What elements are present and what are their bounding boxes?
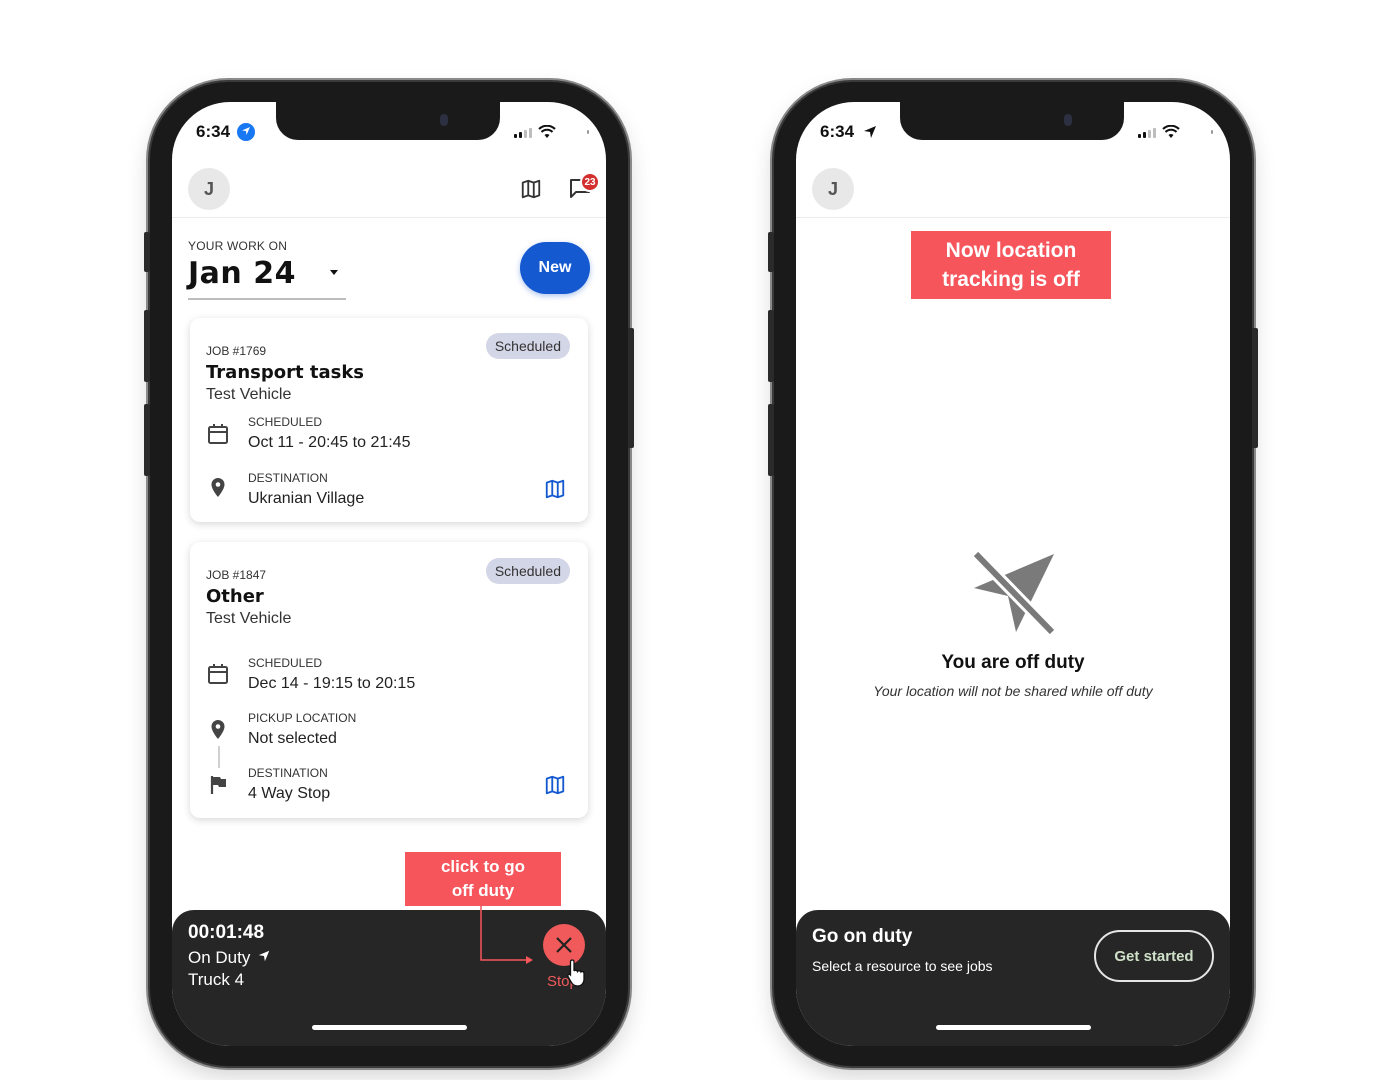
job-card[interactable]: JOB #1847 Scheduled Other Test Vehicle S… (190, 542, 588, 818)
new-button[interactable]: New (520, 242, 590, 294)
off-duty-message: Your location will not be shared while o… (873, 683, 1153, 699)
volume-up-button (768, 310, 774, 382)
side-button (144, 232, 150, 272)
scheduled-label: SCHEDULED (248, 656, 323, 670)
map-icon[interactable] (520, 178, 542, 200)
annotation-arrow (480, 905, 533, 964)
truck-name: Truck 4 (188, 970, 245, 989)
signal-icon (514, 128, 532, 138)
power-button (628, 328, 634, 448)
avatar[interactable]: J (812, 168, 854, 210)
pickup-value: Not selected (248, 730, 337, 747)
job-number: JOB #1847 (206, 568, 267, 582)
caret-down-icon (330, 270, 338, 275)
home-indicator (936, 1025, 1091, 1030)
location-off-icon (971, 549, 1057, 637)
location-arrow-icon (258, 950, 270, 962)
signal-icon (1138, 128, 1156, 138)
status-time: 6:34 (196, 122, 231, 141)
phone-on-duty: 6:34 J 23 YOUR WORK ON Jan 24 New JOB #1… (144, 82, 634, 1066)
job-vehicle: Test Vehicle (206, 386, 292, 403)
off-duty-annotation: click to go off duty (405, 852, 561, 906)
status-chip: Scheduled (485, 558, 570, 584)
location-pin-icon (211, 478, 225, 497)
hand-cursor-icon (567, 959, 585, 987)
destination-value: 4 Way Stop (248, 785, 331, 802)
battery-icon (587, 130, 589, 134)
date-selector[interactable]: Jan 24 (188, 256, 346, 300)
phone-off-duty: 6:34 J You are off duty Your location wi… (768, 82, 1258, 1066)
job-title: Other (206, 586, 264, 607)
wifi-icon (1162, 125, 1180, 138)
location-arrow-icon (242, 127, 250, 135)
volume-up-button (144, 310, 150, 382)
status-time: 6:34 (820, 122, 855, 141)
close-icon (556, 937, 572, 953)
app-header: J (172, 168, 606, 218)
app-header: J (796, 168, 1230, 218)
destination-label: DESTINATION (248, 471, 328, 485)
duty-timer: 00:01:48 (188, 922, 265, 943)
flag-icon (210, 776, 226, 794)
side-button (768, 232, 774, 272)
job-card[interactable]: JOB #1769 Scheduled Transport tasks Test… (190, 318, 588, 522)
go-on-duty-title: Go on duty (812, 926, 913, 947)
route-connector (218, 746, 220, 768)
map-link-icon[interactable] (544, 774, 566, 796)
battery-icon (1211, 130, 1213, 134)
job-number: JOB #1769 (206, 344, 267, 358)
off-duty-title: You are off duty (941, 652, 1085, 673)
destination-value: Ukranian Village (248, 490, 365, 507)
duty-status: On Duty (188, 948, 271, 968)
job-vehicle: Test Vehicle (206, 610, 292, 627)
chat-badge: 23 (580, 172, 600, 192)
tracking-off-annotation: Now location tracking is off (911, 231, 1111, 299)
calendar-icon (208, 424, 228, 444)
map-link-icon[interactable] (544, 478, 566, 500)
destination-label: DESTINATION (248, 766, 328, 780)
work-on-label: YOUR WORK ON (188, 239, 288, 253)
location-arrow-icon (864, 126, 876, 138)
power-button (1252, 328, 1258, 448)
get-started-button[interactable]: Get started (1094, 930, 1214, 982)
pickup-pin-icon (211, 720, 225, 739)
scheduled-value: Dec 14 - 19:15 to 20:15 (248, 675, 416, 692)
home-indicator (312, 1025, 467, 1030)
go-on-duty-subtitle: Select a resource to see jobs (812, 958, 993, 974)
status-chip: Scheduled (485, 333, 570, 359)
volume-down-button (768, 404, 774, 476)
scheduled-value: Oct 11 - 20:45 to 21:45 (248, 434, 411, 451)
scheduled-label: SCHEDULED (248, 415, 323, 429)
volume-down-button (144, 404, 150, 476)
duty-status-label: On Duty (188, 948, 251, 967)
duty-bar: 00:01:48 On Duty Truck 4 Stop (172, 910, 606, 1046)
stage: 6:34 J 23 YOUR WORK ON Jan 24 New JOB #1… (0, 0, 1400, 1080)
avatar[interactable]: J (188, 168, 230, 210)
job-title: Transport tasks (206, 362, 365, 383)
status-bar: 6:34 (796, 122, 1230, 146)
calendar-icon (208, 664, 228, 684)
wifi-icon (538, 125, 556, 138)
pickup-label: PICKUP LOCATION (248, 711, 357, 725)
status-bar: 6:34 (172, 122, 606, 146)
selected-date: Jan 24 (188, 256, 296, 291)
go-on-duty-bar: Go on duty Select a resource to see jobs… (796, 910, 1230, 1046)
